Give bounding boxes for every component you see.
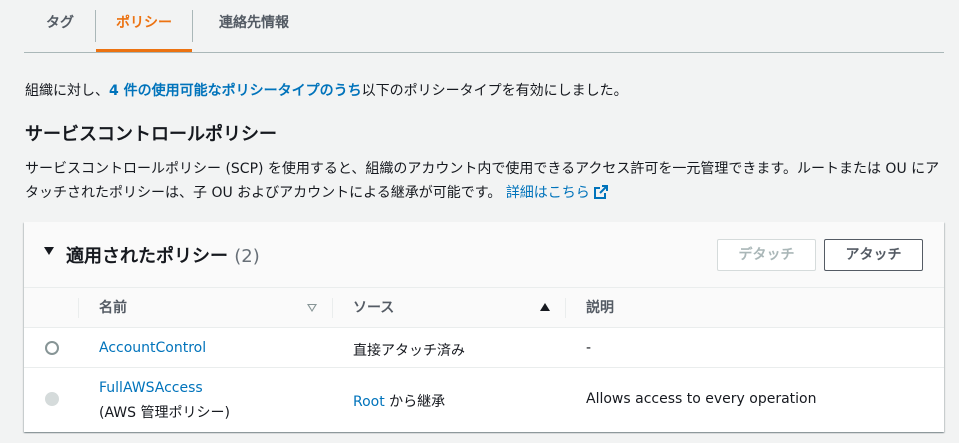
table-row[interactable]: FullAWSAccess (AWS 管理ポリシー) Root から継承 All… xyxy=(24,368,944,432)
applied-policies-panel: 適用されたポリシー (2) デタッチ アタッチ 名前 ソース 説明 Accoun… xyxy=(24,222,944,432)
attach-button[interactable]: アタッチ xyxy=(824,239,923,271)
tab-policies[interactable]: ポリシー xyxy=(96,0,192,52)
intro-prefix: 組織に対し、 xyxy=(25,83,109,99)
column-header-name[interactable]: 名前 xyxy=(99,288,127,328)
policy-name-link[interactable]: FullAWSAccess xyxy=(99,380,203,396)
table-header: 名前 ソース 説明 xyxy=(24,288,944,328)
detach-button[interactable]: デタッチ xyxy=(717,239,816,271)
intro-text: 組織に対し、4 件の使用可能なポリシータイプのうち以下のポリシータイプを有効にし… xyxy=(25,80,628,100)
panel-header: 適用されたポリシー (2) デタッチ アタッチ xyxy=(24,222,944,288)
available-policy-types-link[interactable]: 4 件の使用可能なポリシータイプのうち xyxy=(109,83,362,99)
row-radio[interactable] xyxy=(45,392,59,406)
column-header-source[interactable]: ソース xyxy=(353,288,394,328)
table-row[interactable]: AccountControl 直接アタッチ済み - xyxy=(24,328,944,368)
column-divider xyxy=(332,298,333,318)
section-description: サービスコントロールポリシー (SCP) を使用すると、組織のアカウント内で使用… xyxy=(25,157,940,205)
panel-title[interactable]: 適用されたポリシー (2) xyxy=(66,242,260,268)
learn-more-link[interactable]: 詳細はこちら xyxy=(506,185,608,201)
row-radio[interactable] xyxy=(45,341,59,355)
tab-tags[interactable]: タグ xyxy=(24,0,96,52)
column-divider xyxy=(565,298,566,318)
tab-bar: タグ ポリシー 連絡先情報 xyxy=(24,0,944,53)
policy-count: (2) xyxy=(234,246,260,267)
policy-source: 直接アタッチ済み xyxy=(353,343,465,359)
policy-name-subtitle: (AWS 管理ポリシー) xyxy=(99,405,230,421)
sort-up-icon[interactable] xyxy=(540,303,550,311)
column-header-description[interactable]: 説明 xyxy=(586,288,614,328)
policy-description: Allows access to every operation xyxy=(586,391,817,407)
sort-down-icon[interactable] xyxy=(307,304,317,312)
intro-suffix: 以下のポリシータイプを有効にしました。 xyxy=(361,83,628,99)
column-divider xyxy=(78,298,79,318)
caret-down-icon[interactable] xyxy=(44,247,54,255)
external-link-icon xyxy=(593,185,608,199)
description-text: サービスコントロールポリシー (SCP) を使用すると、組織のアカウント内で使用… xyxy=(25,161,940,201)
policy-source: Root から継承 xyxy=(353,391,445,411)
policy-description: - xyxy=(586,340,592,356)
panel-title-text: 適用されたポリシー xyxy=(66,246,228,267)
policy-name-link[interactable]: AccountControl xyxy=(99,340,206,356)
learn-more-label: 詳細はこちら xyxy=(505,185,590,201)
tab-contact-info[interactable]: 連絡先情報 xyxy=(193,0,315,52)
section-title: サービスコントロールポリシー xyxy=(25,124,277,145)
source-root-link[interactable]: Root xyxy=(353,394,385,410)
source-inherited-text: から継承 xyxy=(384,394,446,410)
